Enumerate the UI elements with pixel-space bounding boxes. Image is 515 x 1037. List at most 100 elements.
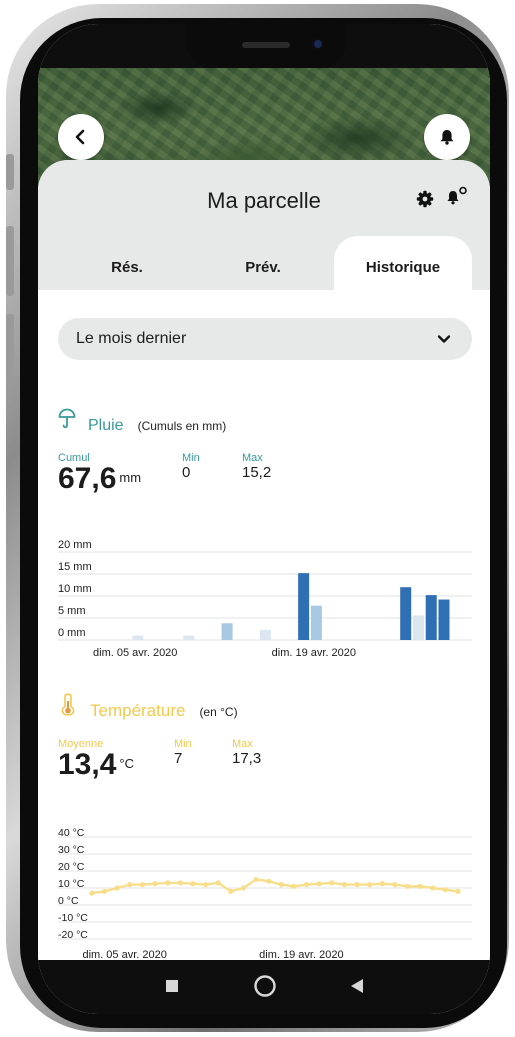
temperature-point (329, 880, 335, 886)
rain-cumul: Cumul 67,6 mm (58, 452, 141, 494)
rain-x-tick-label: dim. 19 avr. 2020 (272, 647, 356, 659)
chevron-left-icon (75, 129, 85, 145)
temperature-point (442, 887, 448, 893)
temperature-point (253, 876, 259, 883)
temperature-point (190, 881, 196, 887)
temperature-point (278, 882, 284, 888)
rain-max-value: 15,2 (242, 464, 272, 481)
temperature-section-header: Température (en °C) (60, 692, 238, 721)
rain-y-tick-label: 15 mm (58, 561, 92, 573)
rain-bar (259, 629, 271, 640)
temperature-point (367, 882, 373, 888)
rain-y-tick-label: 5 mm (58, 605, 86, 617)
temperature-min: Min 7 (174, 738, 192, 767)
rain-cumul-figure: 67,6 mm (58, 464, 141, 494)
bell-icon (440, 130, 454, 145)
gear-icon[interactable] (416, 190, 434, 208)
temperature-chart: 40 °C 30 °C 20 °C 10 °C 0 °C -10 °C -20 °C dim.… (58, 828, 472, 960)
temperature-series-line (91, 878, 459, 895)
bell-gear-icon[interactable] (444, 186, 470, 208)
rain-cumul-unit: mm (119, 470, 142, 485)
temperature-point (228, 888, 234, 894)
temperature-point (89, 890, 95, 896)
temperature-point (341, 882, 348, 888)
tab-historique[interactable]: Historique (328, 246, 478, 290)
temperature-max-label: Max (232, 738, 253, 750)
notch (186, 24, 346, 68)
rain-bar (298, 573, 310, 640)
mute-switch (6, 154, 14, 190)
front-camera (312, 38, 324, 50)
temperature-average: Moyenne 13,4 °C (58, 738, 134, 780)
temperature-point (430, 885, 436, 891)
parcel-sheet: Ma parcelle Rés. Prév. Historique Le moi… (38, 160, 490, 960)
temperature-x-tick-label: dim. 19 avr. 2020 (259, 949, 343, 960)
back-button[interactable] (58, 114, 104, 160)
rain-y-tick-label: 0 mm (58, 627, 86, 639)
temperature-y-tick-label: 20 °C (58, 861, 85, 873)
temperature-unit-note: (en °C) (199, 705, 238, 719)
rain-min-value: 0 (182, 464, 191, 481)
thermometer-icon (61, 693, 75, 716)
temperature-point (215, 880, 221, 886)
temperature-y-tick-label: -20 °C (58, 929, 88, 941)
rain-max-label: Max (242, 452, 263, 464)
rain-min-label: Min (182, 452, 200, 464)
temperature-point (139, 882, 146, 888)
rain-bar (412, 615, 424, 640)
umbrella-icon (58, 408, 76, 429)
period-select-value: Le mois dernier (76, 330, 187, 347)
temperature-y-tick-label: 10 °C (58, 878, 85, 890)
temperature-min-value: 7 (174, 750, 183, 767)
temperature-max-value: 17,3 (232, 750, 262, 767)
rain-y-tick-label: 10 mm (58, 583, 92, 595)
screen: Ma parcelle Rés. Prév. Historique Le moi… (38, 24, 490, 1014)
temperature-point (316, 881, 322, 887)
temperature-average-unit: °C (119, 756, 134, 771)
temperature-y-tick-label: -10 °C (58, 912, 88, 924)
temperature-max: Max 17,3 (232, 738, 261, 767)
rain-bar (132, 635, 144, 640)
back-nav-icon[interactable] (350, 978, 364, 994)
rain-bar (438, 599, 450, 640)
recents-icon[interactable] (165, 979, 179, 993)
rain-x-tick-label: dim. 05 avr. 2020 (93, 647, 177, 659)
temperature-point (152, 881, 158, 887)
temperature-point (392, 882, 398, 888)
temperature-x-tick-label: dim. 05 avr. 2020 (82, 949, 166, 960)
temperature-point (404, 883, 411, 889)
temperature-y-tick-label: 30 °C (58, 844, 85, 856)
rain-bar (425, 595, 437, 640)
tab-resume[interactable]: Rés. (52, 246, 202, 290)
navigation-bar (38, 960, 490, 1014)
rain-max: Max 15,2 (242, 452, 271, 481)
rain-unit-note: (Cumuls en mm) (137, 419, 227, 433)
period-select[interactable]: Le mois dernier (58, 318, 472, 360)
chevron-down-icon (437, 335, 451, 343)
temperature-point (417, 883, 423, 889)
speaker-grille (242, 42, 290, 48)
temperature-point (291, 883, 297, 889)
rain-cumul-value: 67,6 (58, 462, 117, 495)
temperature-point (202, 882, 209, 888)
rain-y-tick-label: 20 mm (58, 540, 92, 551)
temperature-point (127, 882, 133, 888)
notifications-button[interactable] (424, 114, 470, 160)
temperature-point (177, 880, 183, 886)
rain-bar (310, 605, 322, 640)
temperature-point (114, 885, 120, 891)
temperature-min-label: Min (174, 738, 192, 750)
tab-previsions[interactable]: Prév. (188, 246, 338, 290)
temperature-point (102, 888, 108, 894)
rain-bar (183, 635, 195, 640)
rain-section-header: Pluie (Cumuls en mm) (58, 408, 226, 435)
temperature-point (240, 885, 247, 891)
temperature-point (165, 880, 171, 886)
temperature-y-tick-label: 0 °C (58, 895, 79, 907)
home-icon[interactable] (253, 974, 277, 998)
rain-chart: 20 mm 15 mm 10 mm 5 mm 0 mm dim. 05 avr. 2020… (58, 540, 472, 659)
rain-bar (221, 623, 233, 640)
rain-min: Min 0 (182, 452, 200, 481)
temperature-y-tick-label: 40 °C (58, 828, 85, 839)
volume-down-button (6, 314, 14, 384)
